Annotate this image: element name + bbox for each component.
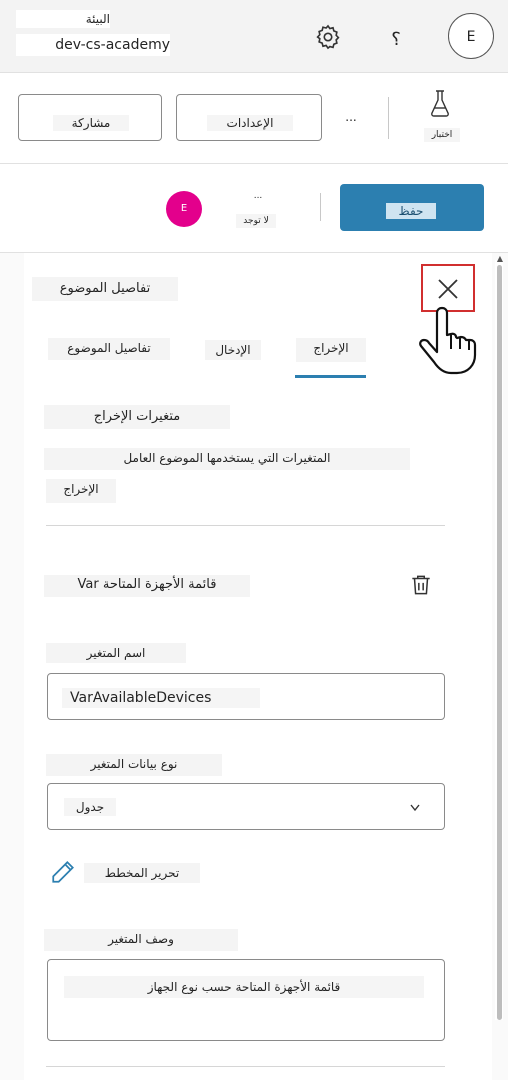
output-vars-heading: متغيرات الإخراج [44, 405, 230, 429]
chevron-down-icon [410, 804, 420, 812]
variable-type-value: جدول [64, 798, 116, 816]
share-button[interactable]: مشاركة [18, 94, 162, 141]
scroll-up-icon[interactable]: ▲ [495, 255, 505, 263]
avatar[interactable]: E [448, 13, 494, 59]
settings-button[interactable]: الإعدادات [176, 94, 322, 141]
settings-button-label: الإعدادات [207, 115, 293, 131]
flask-icon[interactable] [428, 88, 452, 118]
close-icon [438, 279, 458, 299]
bar-divider [320, 193, 321, 221]
share-button-label: مشاركة [53, 115, 129, 131]
output-label: الإخراج [46, 479, 116, 503]
output-vars-description: المتغيرات التي يستخدمها الموضوع العامل [44, 448, 410, 470]
tab-output[interactable]: الإخراج [296, 338, 366, 362]
variable-description-value: قائمة الأجهزة المتاحة حسب نوع الجهاز [64, 976, 424, 998]
tab-input[interactable]: الإدخال [205, 340, 261, 360]
help-icon[interactable]: ؟ [386, 28, 406, 52]
hand-cursor-icon [419, 306, 477, 375]
variable-type-label: نوع بيانات المتغير [46, 754, 222, 776]
scrollbar-thumb[interactable] [497, 265, 502, 1020]
publish-button-label: حفظ [386, 203, 436, 219]
panel-title: تفاصيل الموضوع [32, 277, 178, 301]
tab-selected-indicator [295, 375, 366, 378]
pencil-icon[interactable] [50, 858, 76, 886]
trash-icon[interactable] [408, 572, 434, 598]
tab-topic-details[interactable]: تفاصيل الموضوع [48, 338, 170, 360]
variable-description-field[interactable]: قائمة الأجهزة المتاحة حسب نوع الجهاز [47, 959, 445, 1041]
test-label: اختبار [424, 128, 460, 142]
avatar[interactable]: E [166, 191, 202, 227]
environment-label: البيئة [16, 10, 110, 28]
variable-card-title: قائمة الأجهزة المتاحة Var [44, 575, 250, 597]
variable-type-select[interactable]: جدول [47, 783, 445, 830]
panel-body [24, 253, 492, 1080]
gear-icon[interactable] [314, 23, 342, 51]
variable-name-field[interactable]: VarAvailableDevices [47, 673, 445, 720]
toolbar-divider [388, 97, 389, 139]
status-dots: ... [253, 191, 263, 201]
variable-name-label: اسم المتغير [46, 643, 186, 663]
edit-schema-link[interactable]: تحرير المخطط [84, 863, 200, 883]
section-divider [46, 1066, 445, 1067]
section-divider [46, 525, 445, 526]
variable-name-value: VarAvailableDevices [62, 688, 260, 708]
more-button[interactable]: ... [339, 108, 363, 126]
status-text: لا توجد [236, 214, 276, 228]
variable-description-label: وصف المتغير [44, 929, 238, 951]
environment-name[interactable]: dev-cs-academy [16, 34, 170, 56]
